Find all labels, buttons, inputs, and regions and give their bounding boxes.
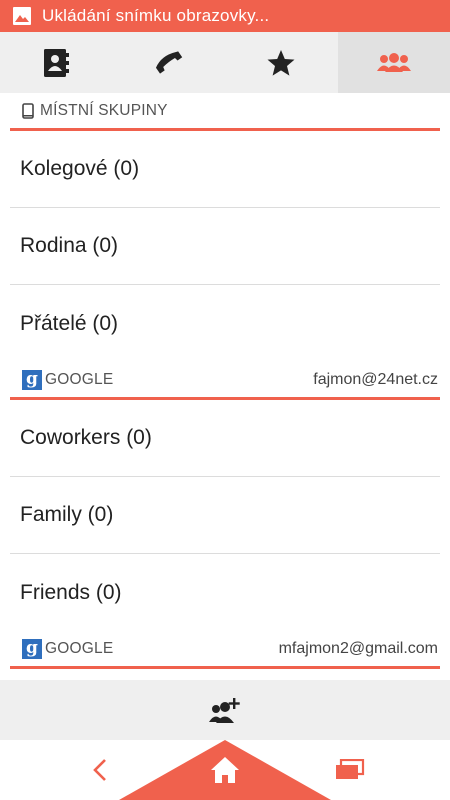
- section-title: MÍSTNÍ SKUPINY: [40, 101, 168, 119]
- home-icon: [211, 757, 239, 783]
- tab-contacts[interactable]: [0, 32, 113, 93]
- section-header-google-2: g GOOGLE mfajmon2@gmail.com: [10, 631, 440, 669]
- account-email: fajmon@24net.cz: [313, 370, 438, 388]
- account-email: mfajmon2@gmail.com: [278, 639, 438, 657]
- group-label: Rodina (0): [20, 234, 119, 257]
- image-icon: [13, 7, 31, 25]
- section-header-local: MÍSTNÍ SKUPINY: [10, 93, 440, 131]
- google-icon: g: [22, 369, 42, 390]
- section-header-google-1: g GOOGLE fajmon@24net.cz: [10, 362, 440, 400]
- group-item[interactable]: Family (0): [10, 477, 440, 554]
- section-title: GOOGLE: [45, 639, 114, 657]
- home-button[interactable]: [200, 752, 250, 788]
- group-item[interactable]: Přátelé (0): [10, 285, 440, 362]
- group-item[interactable]: Coworkers (0): [10, 400, 440, 477]
- section-title: GOOGLE: [45, 370, 114, 388]
- star-icon: [267, 49, 295, 76]
- google-icon: g: [22, 638, 42, 659]
- recent-apps-button[interactable]: [325, 752, 375, 788]
- tab-favorites[interactable]: [225, 32, 338, 93]
- notification-text: Ukládání snímku obrazovky...: [42, 6, 270, 25]
- group-item[interactable]: Kolegové (0): [10, 131, 440, 208]
- status-bar: Ukládání snímku obrazovky...: [0, 0, 450, 32]
- bottom-action-bar: [0, 680, 450, 740]
- phone-device-icon: [22, 102, 34, 119]
- group-label: Coworkers (0): [20, 426, 152, 449]
- tab-groups[interactable]: [337, 32, 450, 93]
- tab-bar: [0, 32, 450, 93]
- group-label: Kolegové (0): [20, 157, 140, 180]
- groups-icon: [376, 52, 411, 72]
- navigation-bar: [0, 740, 450, 800]
- back-icon: [93, 759, 106, 781]
- recent-apps-icon: [336, 759, 365, 779]
- group-label: Friends (0): [20, 580, 122, 604]
- back-button[interactable]: [75, 752, 125, 788]
- phone-icon: [155, 50, 182, 74]
- group-label: Family (0): [20, 503, 114, 526]
- groups-list[interactable]: MÍSTNÍ SKUPINY Kolegové (0) Rodina (0) P…: [0, 93, 450, 680]
- group-item[interactable]: Rodina (0): [10, 208, 440, 285]
- contact-book-icon: [44, 48, 70, 77]
- tab-phone[interactable]: [113, 32, 226, 93]
- group-label: Přátelé (0): [20, 311, 119, 335]
- group-item[interactable]: Friends (0): [10, 554, 440, 631]
- add-group-icon[interactable]: [208, 695, 242, 725]
